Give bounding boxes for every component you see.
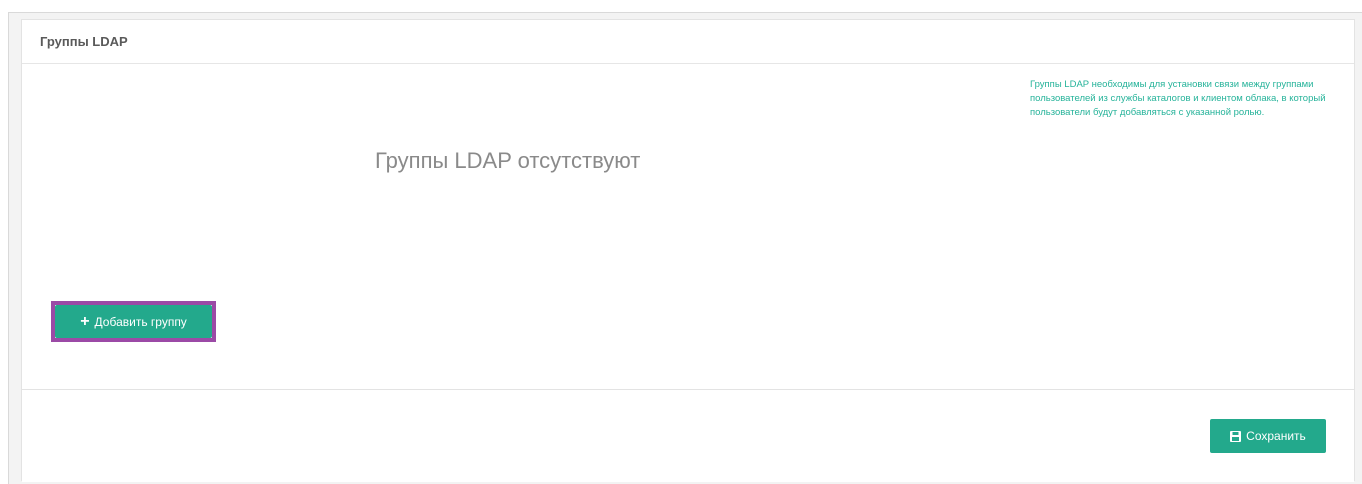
page-frame: Группы LDAP Группы LDAP необходимы для у…: [8, 12, 1362, 484]
ldap-groups-panel: Группы LDAP Группы LDAP необходимы для у…: [21, 19, 1355, 482]
empty-state-message: Группы LDAP отсутствуют: [375, 148, 641, 173]
help-hint: Группы LDAP необходимы для установки свя…: [1030, 79, 1326, 118]
panel-title: Группы LDAP: [40, 34, 128, 49]
panel-header: Группы LDAP: [22, 20, 1354, 64]
save-button[interactable]: Сохранить: [1210, 419, 1326, 453]
save-label: Сохранить: [1246, 429, 1306, 443]
panel-footer: Сохранить: [22, 390, 1354, 482]
add-group-label: Добавить группу: [94, 314, 187, 329]
add-group-button[interactable]: + Добавить группу: [55, 305, 212, 338]
floppy-disk-icon: [1230, 430, 1242, 442]
plus-icon: +: [80, 312, 90, 330]
